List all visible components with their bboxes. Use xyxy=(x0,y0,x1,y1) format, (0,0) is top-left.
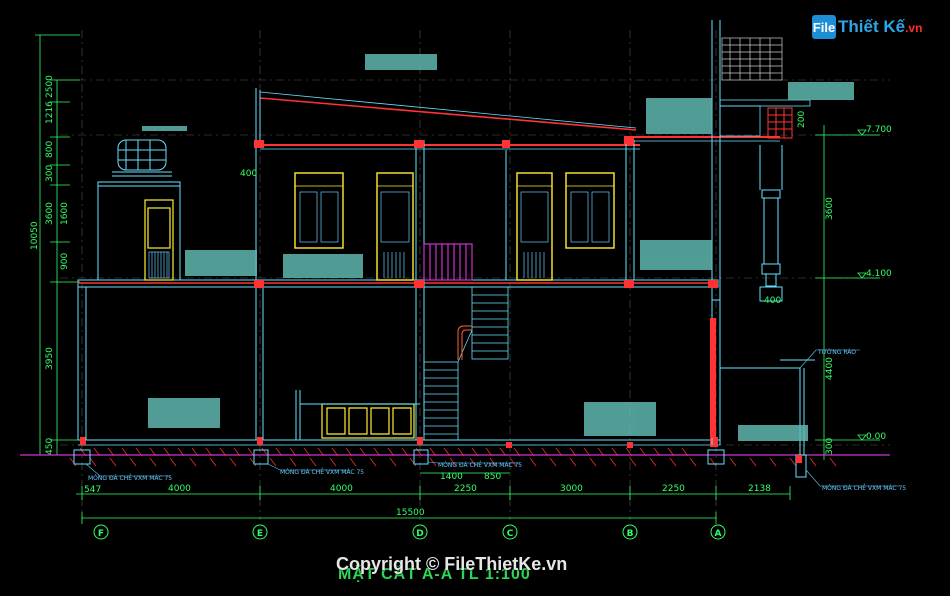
ground-line xyxy=(20,439,890,456)
dim-3600: 3600 xyxy=(45,202,55,225)
dim-3950: 3950 xyxy=(45,347,55,370)
ground-floor-wall-low xyxy=(295,390,420,440)
dim-547: 547 xyxy=(84,485,101,495)
dim-900: 900 xyxy=(60,253,70,270)
brick-box xyxy=(767,107,793,139)
axis-D: D xyxy=(416,529,423,539)
dim-2250-b: 2250 xyxy=(662,484,685,494)
axis-F: F xyxy=(98,529,104,539)
bottom-dimension-chain xyxy=(76,472,791,524)
dim-right-300: 300 xyxy=(825,438,835,455)
dim-1216: 1216 xyxy=(45,101,55,124)
walls xyxy=(77,20,721,445)
dim-300: 300 xyxy=(45,165,55,182)
note-foundation-4: MÓNG ĐÁ CHẺ VXM MÁC 75 xyxy=(822,484,906,492)
dim-800: 800 xyxy=(45,141,55,158)
filethietke-logo: File Thiết Kế.vn xyxy=(812,14,922,40)
logo-mark: File xyxy=(812,15,836,39)
beam-tag-left: 400 xyxy=(240,169,257,179)
dim-right-4400: 4400 xyxy=(825,357,835,380)
beam-tag-right: 400 xyxy=(764,296,781,306)
foundation-red-blocks xyxy=(80,437,802,463)
dim-right-3600: 3600 xyxy=(825,197,835,220)
stair-handrail xyxy=(457,325,472,360)
logo-text: Thiết Kế.vn xyxy=(838,17,922,37)
section-drawing: 2500 1216 800 300 1600 3600 900 10050 39… xyxy=(20,20,906,540)
grid-axis-labels: F E D C B A xyxy=(98,529,722,539)
right-dimension-chain xyxy=(815,125,880,460)
dim-right-box: 200 xyxy=(797,111,807,128)
parapet-hatch xyxy=(721,37,783,81)
dim-2250-a: 2250 xyxy=(454,484,477,494)
level-4100: 4.100 xyxy=(866,269,892,279)
stair-railing xyxy=(423,243,473,281)
right-column xyxy=(759,145,783,302)
axis-C: C xyxy=(507,529,514,539)
water-tank xyxy=(97,139,181,281)
dim-2138: 2138 xyxy=(748,484,771,494)
upper-left-door-panel xyxy=(148,251,170,279)
dim-total-15500: 15500 xyxy=(396,508,425,518)
left-dimension-texts: 2500 1216 800 300 1600 3600 900 10050 39… xyxy=(30,75,70,455)
level-000: 0.00 xyxy=(866,432,886,442)
right-dimension-texts: 3600 4400 300 7.700 4.100 0.00 xyxy=(825,125,892,455)
dim-1600: 1600 xyxy=(60,202,70,225)
floor-slab-2 xyxy=(77,279,719,288)
dim-10050: 10050 xyxy=(30,221,40,250)
axis-B: B xyxy=(627,529,634,539)
dim-4000-b: 4000 xyxy=(330,484,353,494)
note-foundation-3: MÓNG ĐÁ CHẺ VXM MÁC 75 xyxy=(438,461,522,469)
copyright-watermark: Copyright © FileThietKe.vn xyxy=(336,554,568,574)
staircase xyxy=(423,286,509,441)
roof-slab xyxy=(260,136,780,150)
axis-A: A xyxy=(715,529,722,539)
dim-2500: 2500 xyxy=(45,75,55,98)
dim-1400: 1400 xyxy=(440,472,463,482)
hatch-blocks xyxy=(142,54,854,441)
dim-450: 450 xyxy=(45,438,55,455)
logo-text-main: Thiết Kế xyxy=(838,17,906,36)
dim-850: 850 xyxy=(484,472,501,482)
note-foundation-2: MÓNG ĐÁ CHẺ VXM MÁC 75 xyxy=(280,468,364,476)
bottom-dimension-texts: 547 4000 4000 2250 3000 2250 2138 1400 8… xyxy=(84,472,771,518)
note-foundation-1: MÓNG ĐÁ CHẺ VXM MÁC 75 xyxy=(88,474,172,482)
logo-suffix: .vn xyxy=(905,21,923,35)
axis-E: E xyxy=(257,529,263,539)
dim-3000: 3000 xyxy=(560,484,583,494)
dim-4000-a: 4000 xyxy=(168,484,191,494)
level-7700: 7.700 xyxy=(866,125,892,135)
left-dimension-chain xyxy=(35,34,80,456)
ground-floor-window xyxy=(321,403,415,439)
level-markers xyxy=(857,129,867,441)
